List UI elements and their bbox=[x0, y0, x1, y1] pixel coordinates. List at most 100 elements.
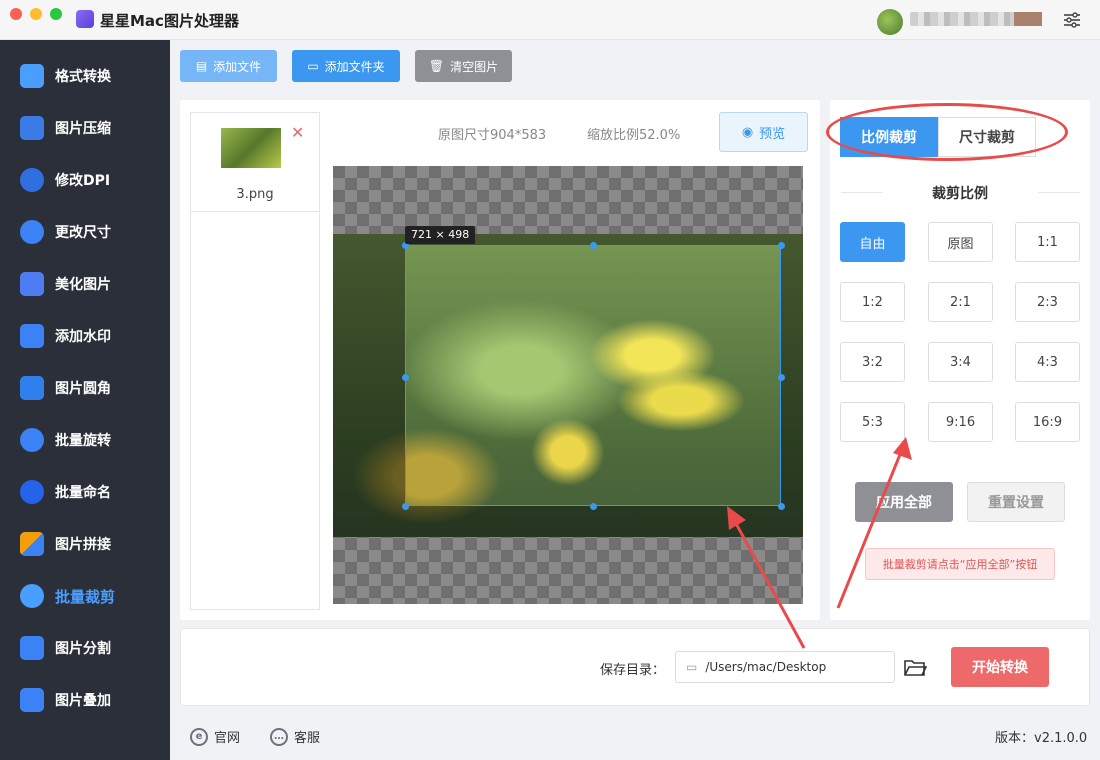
file-icon: ▤ bbox=[195, 59, 208, 73]
ratio-original-button[interactable]: 原图 bbox=[928, 222, 993, 262]
crop-handle[interactable] bbox=[590, 242, 597, 249]
apply-all-button[interactable]: 应用全部 bbox=[855, 482, 953, 522]
sidebar-item-label: 添加水印 bbox=[55, 329, 111, 345]
sidebar-item-compress[interactable]: 图片压缩 bbox=[0, 102, 170, 154]
sidebar-item-overlay[interactable]: 图片叠加 bbox=[0, 674, 170, 726]
divider bbox=[1038, 192, 1080, 193]
original-size-text: 原图尺寸904*583 bbox=[438, 128, 547, 143]
annotation-ellipse bbox=[826, 103, 1068, 161]
add-folder-label: 添加文件夹 bbox=[324, 59, 385, 74]
start-convert-button[interactable]: 开始转换 bbox=[951, 647, 1049, 687]
customer-service-link[interactable]: … 客服 bbox=[270, 727, 320, 746]
ratio-5-3-button[interactable]: 5:3 bbox=[840, 402, 905, 442]
ratio-4-3-button[interactable]: 4:3 bbox=[1015, 342, 1080, 382]
divider bbox=[841, 192, 883, 193]
sidebar-item-label: 修改DPI bbox=[55, 173, 111, 189]
sidebar-item-rotate[interactable]: 批量旋转 bbox=[0, 414, 170, 466]
remove-file-icon[interactable]: ✕ bbox=[291, 123, 304, 142]
ratio-3-4-button[interactable]: 3:4 bbox=[928, 342, 993, 382]
save-path-input[interactable] bbox=[705, 660, 876, 674]
crop-handle[interactable] bbox=[778, 503, 785, 510]
dpi-icon bbox=[20, 168, 44, 192]
divider bbox=[191, 211, 319, 212]
save-path-field[interactable]: ▭ bbox=[675, 651, 895, 683]
sidebar-item-split[interactable]: 图片分割 bbox=[0, 622, 170, 674]
reset-settings-button[interactable]: 重置设置 bbox=[967, 482, 1065, 522]
file-name: 3.png bbox=[236, 187, 274, 202]
sidebar-item-label: 图片拼接 bbox=[55, 537, 111, 553]
crop-icon bbox=[20, 584, 44, 608]
sidebar-item-label: 图片叠加 bbox=[55, 693, 111, 709]
ratio-2-1-button[interactable]: 2:1 bbox=[928, 282, 993, 322]
crop-handle[interactable] bbox=[402, 374, 409, 381]
crop-mask bbox=[405, 506, 781, 537]
sidebar-item-crop[interactable]: 批量裁剪 bbox=[0, 570, 170, 622]
chat-icon: … bbox=[270, 727, 288, 746]
sidebar-item-label: 批量旋转 bbox=[55, 433, 111, 449]
add-folder-button[interactable]: ▭ 添加文件夹 bbox=[292, 50, 400, 82]
minimize-window-button[interactable] bbox=[30, 8, 42, 20]
sidebar-item-label: 批量裁剪 bbox=[55, 587, 116, 606]
rename-icon bbox=[20, 480, 44, 504]
sidebar-item-label: 图片压缩 bbox=[55, 121, 111, 137]
clear-images-label: 清空图片 bbox=[450, 59, 499, 74]
crop-size-tag: 721 × 498 bbox=[405, 226, 476, 244]
website-label: 官网 bbox=[214, 731, 241, 746]
watermark-icon bbox=[20, 324, 44, 348]
beautify-icon bbox=[20, 272, 44, 296]
sidebar-item-watermark[interactable]: 添加水印 bbox=[0, 310, 170, 362]
add-file-button[interactable]: ▤ 添加文件 bbox=[180, 50, 277, 82]
preview-button[interactable]: ◉ 预览 bbox=[719, 112, 808, 152]
sidebar-item-label: 格式转换 bbox=[55, 69, 111, 85]
crop-handle[interactable] bbox=[402, 503, 409, 510]
avatar[interactable] bbox=[877, 9, 903, 35]
ratio-free-button[interactable]: 自由 bbox=[840, 222, 905, 262]
crop-mask bbox=[781, 245, 803, 537]
crop-handle[interactable] bbox=[778, 374, 785, 381]
zoom-ratio-text: 缩放比例52.0% bbox=[587, 128, 681, 143]
ratio-3-2-button[interactable]: 3:2 bbox=[840, 342, 905, 382]
website-link[interactable]: e 官网 bbox=[190, 727, 240, 746]
sliders-icon[interactable] bbox=[1062, 10, 1082, 30]
overlay-icon bbox=[20, 688, 44, 712]
ratio-16-9-button[interactable]: 16:9 bbox=[1015, 402, 1080, 442]
app-logo-icon bbox=[76, 10, 94, 28]
open-folder-icon[interactable] bbox=[903, 656, 927, 678]
preview-label: 预览 bbox=[759, 126, 786, 142]
image-thumbnail[interactable] bbox=[221, 128, 281, 168]
zoom-window-button[interactable] bbox=[50, 8, 62, 20]
section-title: 裁剪比例 bbox=[932, 186, 988, 202]
sidebar-item-label: 图片分割 bbox=[55, 641, 111, 657]
ratio-1-1-button[interactable]: 1:1 bbox=[1015, 222, 1080, 262]
ratio-2-3-button[interactable]: 2:3 bbox=[1015, 282, 1080, 322]
sidebar-item-format-convert[interactable]: 格式转换 bbox=[0, 50, 170, 102]
sidebar: 格式转换 图片压缩 修改DPI 更改尺寸 美化图片 添加水印 图片圆角 批量旋转… bbox=[0, 40, 170, 760]
sidebar-item-resize[interactable]: 更改尺寸 bbox=[0, 206, 170, 258]
ratio-1-2-button[interactable]: 1:2 bbox=[840, 282, 905, 322]
folder-icon: ▭ bbox=[307, 59, 319, 73]
sidebar-item-dpi[interactable]: 修改DPI bbox=[0, 154, 170, 206]
eye-icon: ◉ bbox=[741, 124, 754, 140]
title-bar: 星星Mac图片处理器 bbox=[0, 0, 1100, 40]
sidebar-item-label: 批量命名 bbox=[55, 485, 111, 501]
split-icon bbox=[20, 636, 44, 660]
crop-mask bbox=[333, 245, 405, 537]
sidebar-item-stitch[interactable]: 图片拼接 bbox=[0, 518, 170, 570]
folder-outline-icon: ▭ bbox=[686, 660, 698, 674]
customer-service-label: 客服 bbox=[294, 731, 321, 746]
format-convert-icon bbox=[20, 64, 44, 88]
crop-selection[interactable] bbox=[405, 245, 781, 506]
sidebar-item-beautify[interactable]: 美化图片 bbox=[0, 258, 170, 310]
sidebar-item-round-corner[interactable]: 图片圆角 bbox=[0, 362, 170, 414]
sidebar-item-label: 更改尺寸 bbox=[55, 225, 111, 241]
ratio-9-16-button[interactable]: 9:16 bbox=[928, 402, 993, 442]
round-corner-icon bbox=[20, 376, 44, 400]
sidebar-item-rename[interactable]: 批量命名 bbox=[0, 466, 170, 518]
sidebar-item-label: 图片圆角 bbox=[55, 381, 111, 397]
save-directory-label: 保存目录： bbox=[600, 663, 666, 678]
clear-images-button[interactable]: 🗑 清空图片 bbox=[415, 50, 512, 82]
user-name-redacted bbox=[910, 12, 1042, 26]
close-window-button[interactable] bbox=[10, 8, 22, 20]
crop-handle[interactable] bbox=[778, 242, 785, 249]
crop-handle[interactable] bbox=[590, 503, 597, 510]
